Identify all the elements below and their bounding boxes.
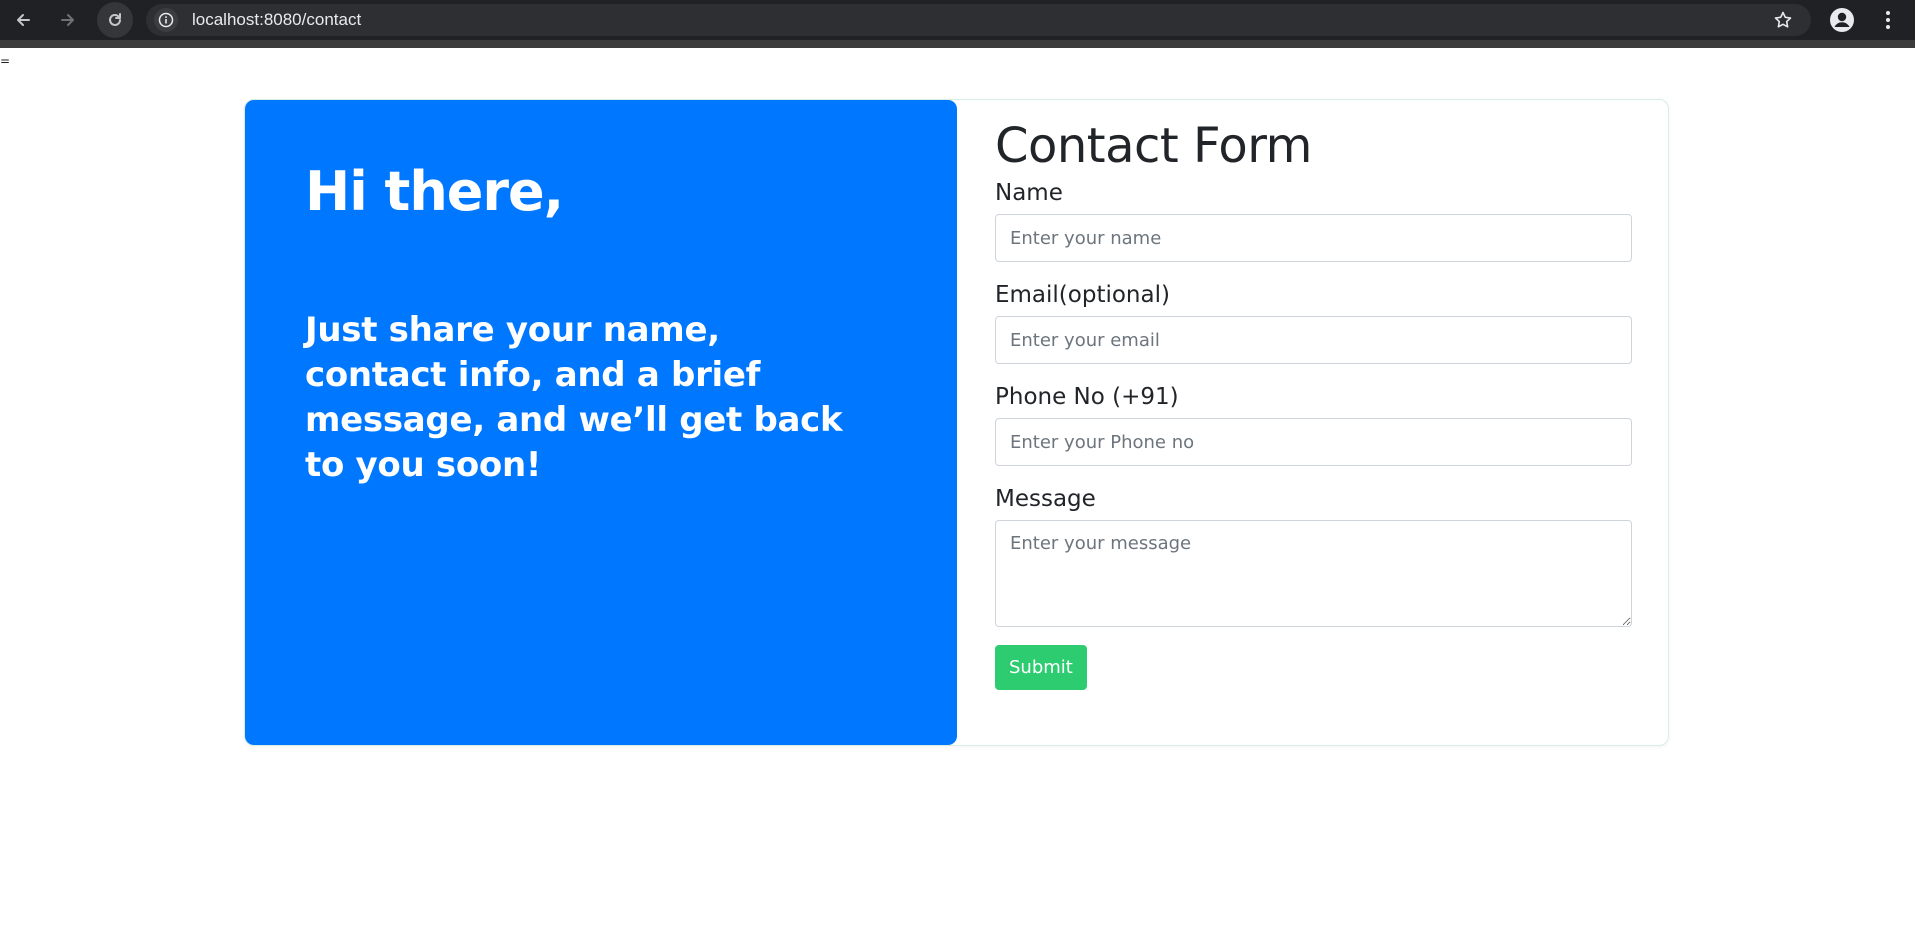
email-label: Email(optional) [995,282,1170,308]
name-label: Name [995,180,1063,206]
toolbar-divider [0,40,1915,48]
phone-label: Phone No (+91) [995,384,1179,410]
contact-card: Hi there, Just share your name, contact … [244,99,1669,746]
intro-panel: Hi there, Just share your name, contact … [245,100,957,745]
form-title: Contact Form [995,118,1312,174]
message-label: Message [995,486,1096,512]
site-info-icon[interactable] [154,8,178,32]
phone-field-group: Phone No (+91) [995,382,1635,466]
stray-text: = [0,54,11,68]
arrow-left-icon [17,14,30,26]
message-field-group: Message [995,484,1635,627]
submit-button[interactable]: Submit [995,645,1087,690]
reload-button[interactable] [97,2,133,38]
name-input[interactable] [995,214,1632,262]
contact-form: Contact Form Name Email(optional) Phone … [995,114,1635,690]
name-field-group: Name [995,178,1635,262]
back-button[interactable] [7,6,39,34]
message-textarea[interactable] [995,520,1632,627]
account-icon[interactable] [1828,6,1856,34]
arrow-right-icon [61,14,74,26]
reload-icon [109,13,121,26]
greeting-heading: Hi there, [305,160,564,223]
url-text[interactable]: localhost:8080/contact [192,10,361,30]
email-field-group: Email(optional) [995,280,1635,364]
email-input[interactable] [995,316,1632,364]
forward-button[interactable] [52,6,84,34]
bookmark-star-icon[interactable] [1771,8,1795,32]
more-vertical-icon[interactable] [1876,6,1900,34]
browser-toolbar: localhost:8080/contact [0,0,1915,48]
phone-input[interactable] [995,418,1632,466]
address-bar[interactable]: localhost:8080/contact [146,4,1811,36]
intro-text: Just share your name, contact info, and … [305,310,843,485]
